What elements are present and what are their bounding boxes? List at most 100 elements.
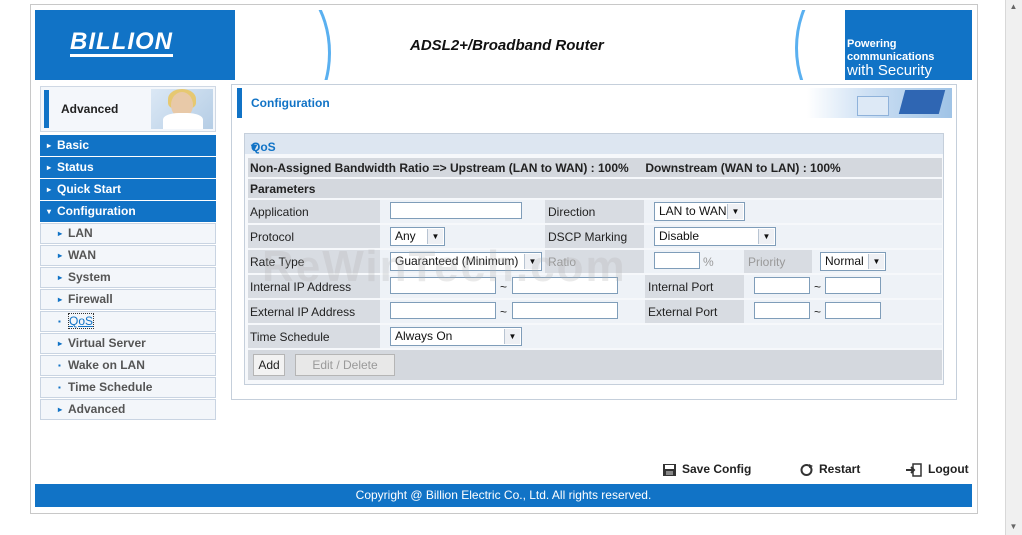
external-ip-end-input[interactable]: [512, 302, 618, 319]
restart-icon: [800, 463, 813, 476]
footer-bar: Copyright @ Billion Electric Co., Ltd. A…: [35, 484, 972, 507]
external-ip-label: External IP Address: [250, 305, 356, 319]
chevron-right-icon: ▪: [58, 383, 61, 392]
sidebar-item-label: Configuration: [57, 204, 136, 218]
floppy-disk-icon: [663, 463, 676, 476]
scroll-up-arrow-icon[interactable]: ▲: [1008, 2, 1019, 12]
range-separator: ~: [814, 305, 822, 319]
application-label: Application: [250, 205, 309, 219]
advanced-mode-banner: Advanced: [40, 86, 216, 132]
tagline-line-2: with Security: [847, 62, 933, 79]
parameters-row: Parameters: [248, 179, 942, 198]
ratio-input[interactable]: [654, 252, 700, 269]
time-schedule-value: Always On: [395, 329, 453, 343]
dscp-select[interactable]: Disable ▼: [654, 227, 776, 246]
chevron-down-icon: ▾: [47, 207, 52, 216]
bandwidth-ratio-text: Non-Assigned Bandwidth Ratio => Upstream…: [250, 161, 841, 175]
chevron-right-icon: ▪: [58, 361, 61, 370]
sidebar-item-basic[interactable]: ▸ Basic: [40, 135, 216, 156]
dscp-value: Disable: [659, 229, 700, 243]
advanced-label: Advanced: [61, 102, 119, 116]
sidebar-item-firewall[interactable]: ▸ Firewall: [40, 289, 216, 310]
billion-logo: BILLION: [70, 28, 173, 57]
scroll-down-arrow-icon[interactable]: ▼: [1008, 522, 1019, 532]
sidebar-item-quick-start[interactable]: ▸ Quick Start: [40, 179, 216, 200]
header-banner: BILLION ADSL2+/Broadband Router Powering…: [35, 10, 972, 80]
save-config-button[interactable]: Save Config: [662, 462, 751, 477]
internal-port-start-input[interactable]: [754, 277, 810, 294]
sidebar-item-qos[interactable]: ▪ QoS: [40, 311, 216, 332]
tagline: Powering communications with Security: [847, 38, 972, 79]
chevron-right-icon: ▸: [58, 273, 63, 282]
page-title: ADSL2+/Broadband Router: [410, 37, 604, 54]
edit-delete-button[interactable]: Edit / Delete: [295, 354, 395, 376]
sidebar-item-label: Wake on LAN: [68, 358, 145, 372]
external-port-start-input[interactable]: [754, 302, 810, 319]
sidebar-menu: ▸ Basic ▸ Status ▸ Quick Start ▾ Configuration ▸…: [40, 135, 216, 421]
header-arc-left: [205, 10, 331, 80]
protocol-value: Any: [395, 229, 416, 243]
sidebar-item-system[interactable]: ▸ System: [40, 267, 216, 288]
external-port-label: External Port: [648, 305, 718, 319]
copyright-text: Copyright @ Billion Electric Co., Ltd. A…: [355, 488, 652, 502]
internal-port-end-input[interactable]: [825, 277, 881, 294]
application-row: Application Direction LAN to WAN ▼: [248, 200, 942, 223]
external-ip-row: External IP Address ~ External Port ~: [248, 300, 942, 323]
time-schedule-row: Time Schedule Always On ▼: [248, 325, 942, 348]
bandwidth-row: Non-Assigned Bandwidth Ratio => Upstream…: [248, 158, 942, 177]
chevron-right-icon: ▪: [58, 317, 61, 326]
tagline-line-1: Powering communications: [847, 38, 935, 63]
sidebar-item-configuration[interactable]: ▾ Configuration: [40, 201, 216, 222]
direction-label: Direction: [548, 205, 596, 219]
chevron-right-icon: ▸: [47, 163, 52, 172]
vertical-scrollbar[interactable]: [1005, 0, 1022, 535]
configuration-title: Configuration: [251, 96, 330, 110]
add-button[interactable]: Add: [253, 354, 285, 376]
sidebar-item-status[interactable]: ▸ Status: [40, 157, 216, 178]
chevron-down-icon: ▼: [868, 254, 884, 269]
chevron-right-icon: ▸: [58, 295, 63, 304]
time-schedule-label: Time Schedule: [250, 330, 330, 344]
sidebar-item-time-schedule[interactable]: ▪ Time Schedule: [40, 377, 216, 398]
sidebar-item-lan[interactable]: ▸ LAN: [40, 223, 216, 244]
qos-title: QoS: [251, 140, 276, 154]
direction-select[interactable]: LAN to WAN ▼: [654, 202, 745, 221]
logout-button[interactable]: Logout: [905, 462, 969, 477]
external-ip-start-input[interactable]: [390, 302, 496, 319]
logout-label: Logout: [928, 462, 969, 476]
time-schedule-select[interactable]: Always On ▼: [390, 327, 522, 346]
sidebar-item-wan[interactable]: ▸ WAN: [40, 245, 216, 266]
sidebar-item-label: Time Schedule: [68, 380, 153, 394]
external-port-end-input[interactable]: [825, 302, 881, 319]
range-separator: ~: [500, 305, 508, 319]
sidebar-item-label: Advanced: [68, 402, 126, 416]
restart-button[interactable]: Restart: [799, 462, 860, 477]
chevron-right-icon: ▸: [47, 141, 52, 150]
priority-select[interactable]: Normal ▼: [820, 252, 886, 271]
qos-header[interactable]: ▾ QoS: [245, 134, 943, 154]
watermark: ReWinTech.com: [262, 242, 627, 291]
save-config-label: Save Config: [682, 462, 752, 476]
sidebar-item-label: Virtual Server: [68, 336, 146, 350]
priority-label: Priority: [748, 255, 786, 269]
sidebar-item-wake-on-lan[interactable]: ▪ Wake on LAN: [40, 355, 216, 376]
sidebar-item-label: System: [68, 270, 111, 284]
chevron-down-icon: ▼: [727, 204, 743, 219]
application-input[interactable]: [390, 202, 522, 219]
sidebar-item-advanced[interactable]: ▸ Advanced: [40, 399, 216, 420]
logout-icon: [906, 463, 922, 477]
direction-value: LAN to WAN: [659, 204, 727, 218]
operator-photo: [151, 89, 213, 129]
parameters-label: Parameters: [250, 182, 316, 196]
chevron-right-icon: ▸: [47, 185, 52, 194]
sidebar-item-label: Basic: [57, 138, 90, 152]
priority-value: Normal: [825, 254, 864, 268]
chevron-right-icon: ▸: [58, 405, 63, 414]
button-row: Add Edit / Delete: [248, 350, 942, 380]
sidebar-item-label: Firewall: [68, 292, 113, 306]
configuration-accent-bar: [237, 88, 242, 118]
sidebar-item-label: QoS: [68, 313, 95, 329]
internal-port-label: Internal Port: [648, 280, 714, 294]
sidebar-item-virtual-server[interactable]: ▸ Virtual Server: [40, 333, 216, 354]
advanced-accent-bar: [44, 90, 49, 128]
